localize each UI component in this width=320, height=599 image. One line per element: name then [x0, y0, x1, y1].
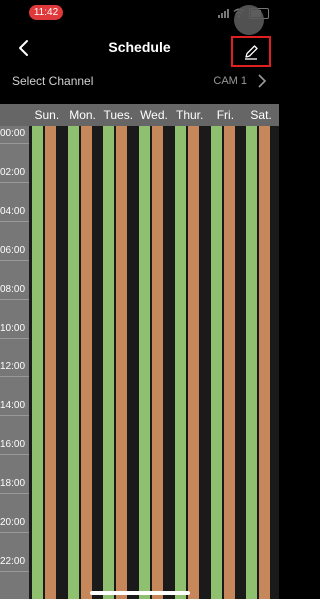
schedule-bar-orange[interactable] — [80, 126, 92, 599]
chevron-right-icon — [258, 74, 267, 88]
schedule-bar-green[interactable] — [174, 126, 186, 599]
status-time: 11:42 — [29, 5, 63, 20]
hour-divider — [0, 298, 29, 300]
hour-divider — [0, 570, 29, 572]
day-label: Fri. — [216, 108, 235, 122]
hour-label: 04:00 — [0, 205, 26, 217]
hour-label: 20:00 — [0, 517, 26, 528]
select-channel-label: Select Channel — [12, 74, 94, 88]
day-column[interactable] — [29, 126, 65, 599]
schedule-bar-orange[interactable] — [152, 126, 164, 599]
schedule-bar-green[interactable] — [139, 126, 151, 599]
hour-column: 00:00 02:00 04:00 06:00 08:00 10:00 12:00 14:00… — [0, 126, 29, 599]
hour-label: 06:00 — [0, 244, 26, 256]
day-header: Sun. Mon. Tues. Wed. Thur. Fri. Sat. — [29, 104, 279, 126]
schedule-bar-orange[interactable] — [223, 126, 235, 599]
hour-divider — [0, 376, 29, 378]
hour-label: 08:00 — [0, 283, 26, 295]
day-label: Tues. — [103, 108, 134, 122]
hour-label: 22:00 — [0, 555, 26, 567]
pencil-icon — [245, 44, 258, 60]
channel-value: CAM 1 — [213, 75, 247, 87]
schedule-columns[interactable] — [29, 126, 279, 599]
schedule-grid[interactable]: Sun. Mon. Tues. Wed. Thur. Fri. Sat. 00:00 02:0… — [0, 104, 279, 599]
select-channel-row[interactable]: Select Channel CAM 1 — [0, 70, 279, 94]
hour-label: 16:00 — [0, 439, 26, 451]
hour-label: 18:00 — [0, 478, 26, 490]
hour-divider — [0, 493, 29, 495]
schedule-bar-green[interactable] — [210, 126, 222, 599]
day-column[interactable] — [100, 126, 136, 599]
day-column[interactable] — [172, 126, 208, 599]
hour-label: 12:00 — [0, 361, 26, 373]
day-label: Thur. — [175, 108, 204, 122]
hour-divider — [0, 220, 29, 222]
schedule-bar-green[interactable] — [67, 126, 79, 599]
hour-label: 00:00 — [0, 128, 26, 139]
day-column[interactable] — [208, 126, 244, 599]
hour-divider — [0, 259, 29, 261]
schedule-bar-orange[interactable] — [45, 126, 56, 599]
day-column[interactable] — [243, 126, 279, 599]
hour-divider — [0, 454, 29, 456]
day-label: Sun. — [34, 108, 60, 122]
hour-divider — [0, 415, 29, 417]
day-label: Wed. — [140, 108, 168, 122]
hour-divider — [0, 532, 29, 533]
day-label: Sat. — [250, 108, 272, 122]
hour-label: 02:00 — [0, 166, 26, 178]
hour-divider — [0, 181, 29, 183]
hour-divider — [0, 337, 29, 339]
day-label: Mon. — [69, 108, 96, 122]
home-indicator — [90, 591, 190, 595]
schedule-bar-orange[interactable] — [187, 126, 199, 599]
day-column[interactable] — [65, 126, 101, 599]
signal-icon — [218, 8, 229, 18]
hour-label: 10:00 — [0, 322, 26, 334]
day-column[interactable] — [136, 126, 172, 599]
schedule-bar-green[interactable] — [103, 126, 115, 599]
schedule-bar-orange[interactable] — [259, 126, 271, 599]
schedule-bar-green[interactable] — [32, 126, 43, 599]
schedule-bar-green[interactable] — [246, 126, 258, 599]
hour-divider — [0, 143, 29, 144]
schedule-bar-orange[interactable] — [116, 126, 128, 599]
edit-button[interactable] — [231, 36, 271, 67]
hour-label: 14:00 — [0, 400, 26, 412]
